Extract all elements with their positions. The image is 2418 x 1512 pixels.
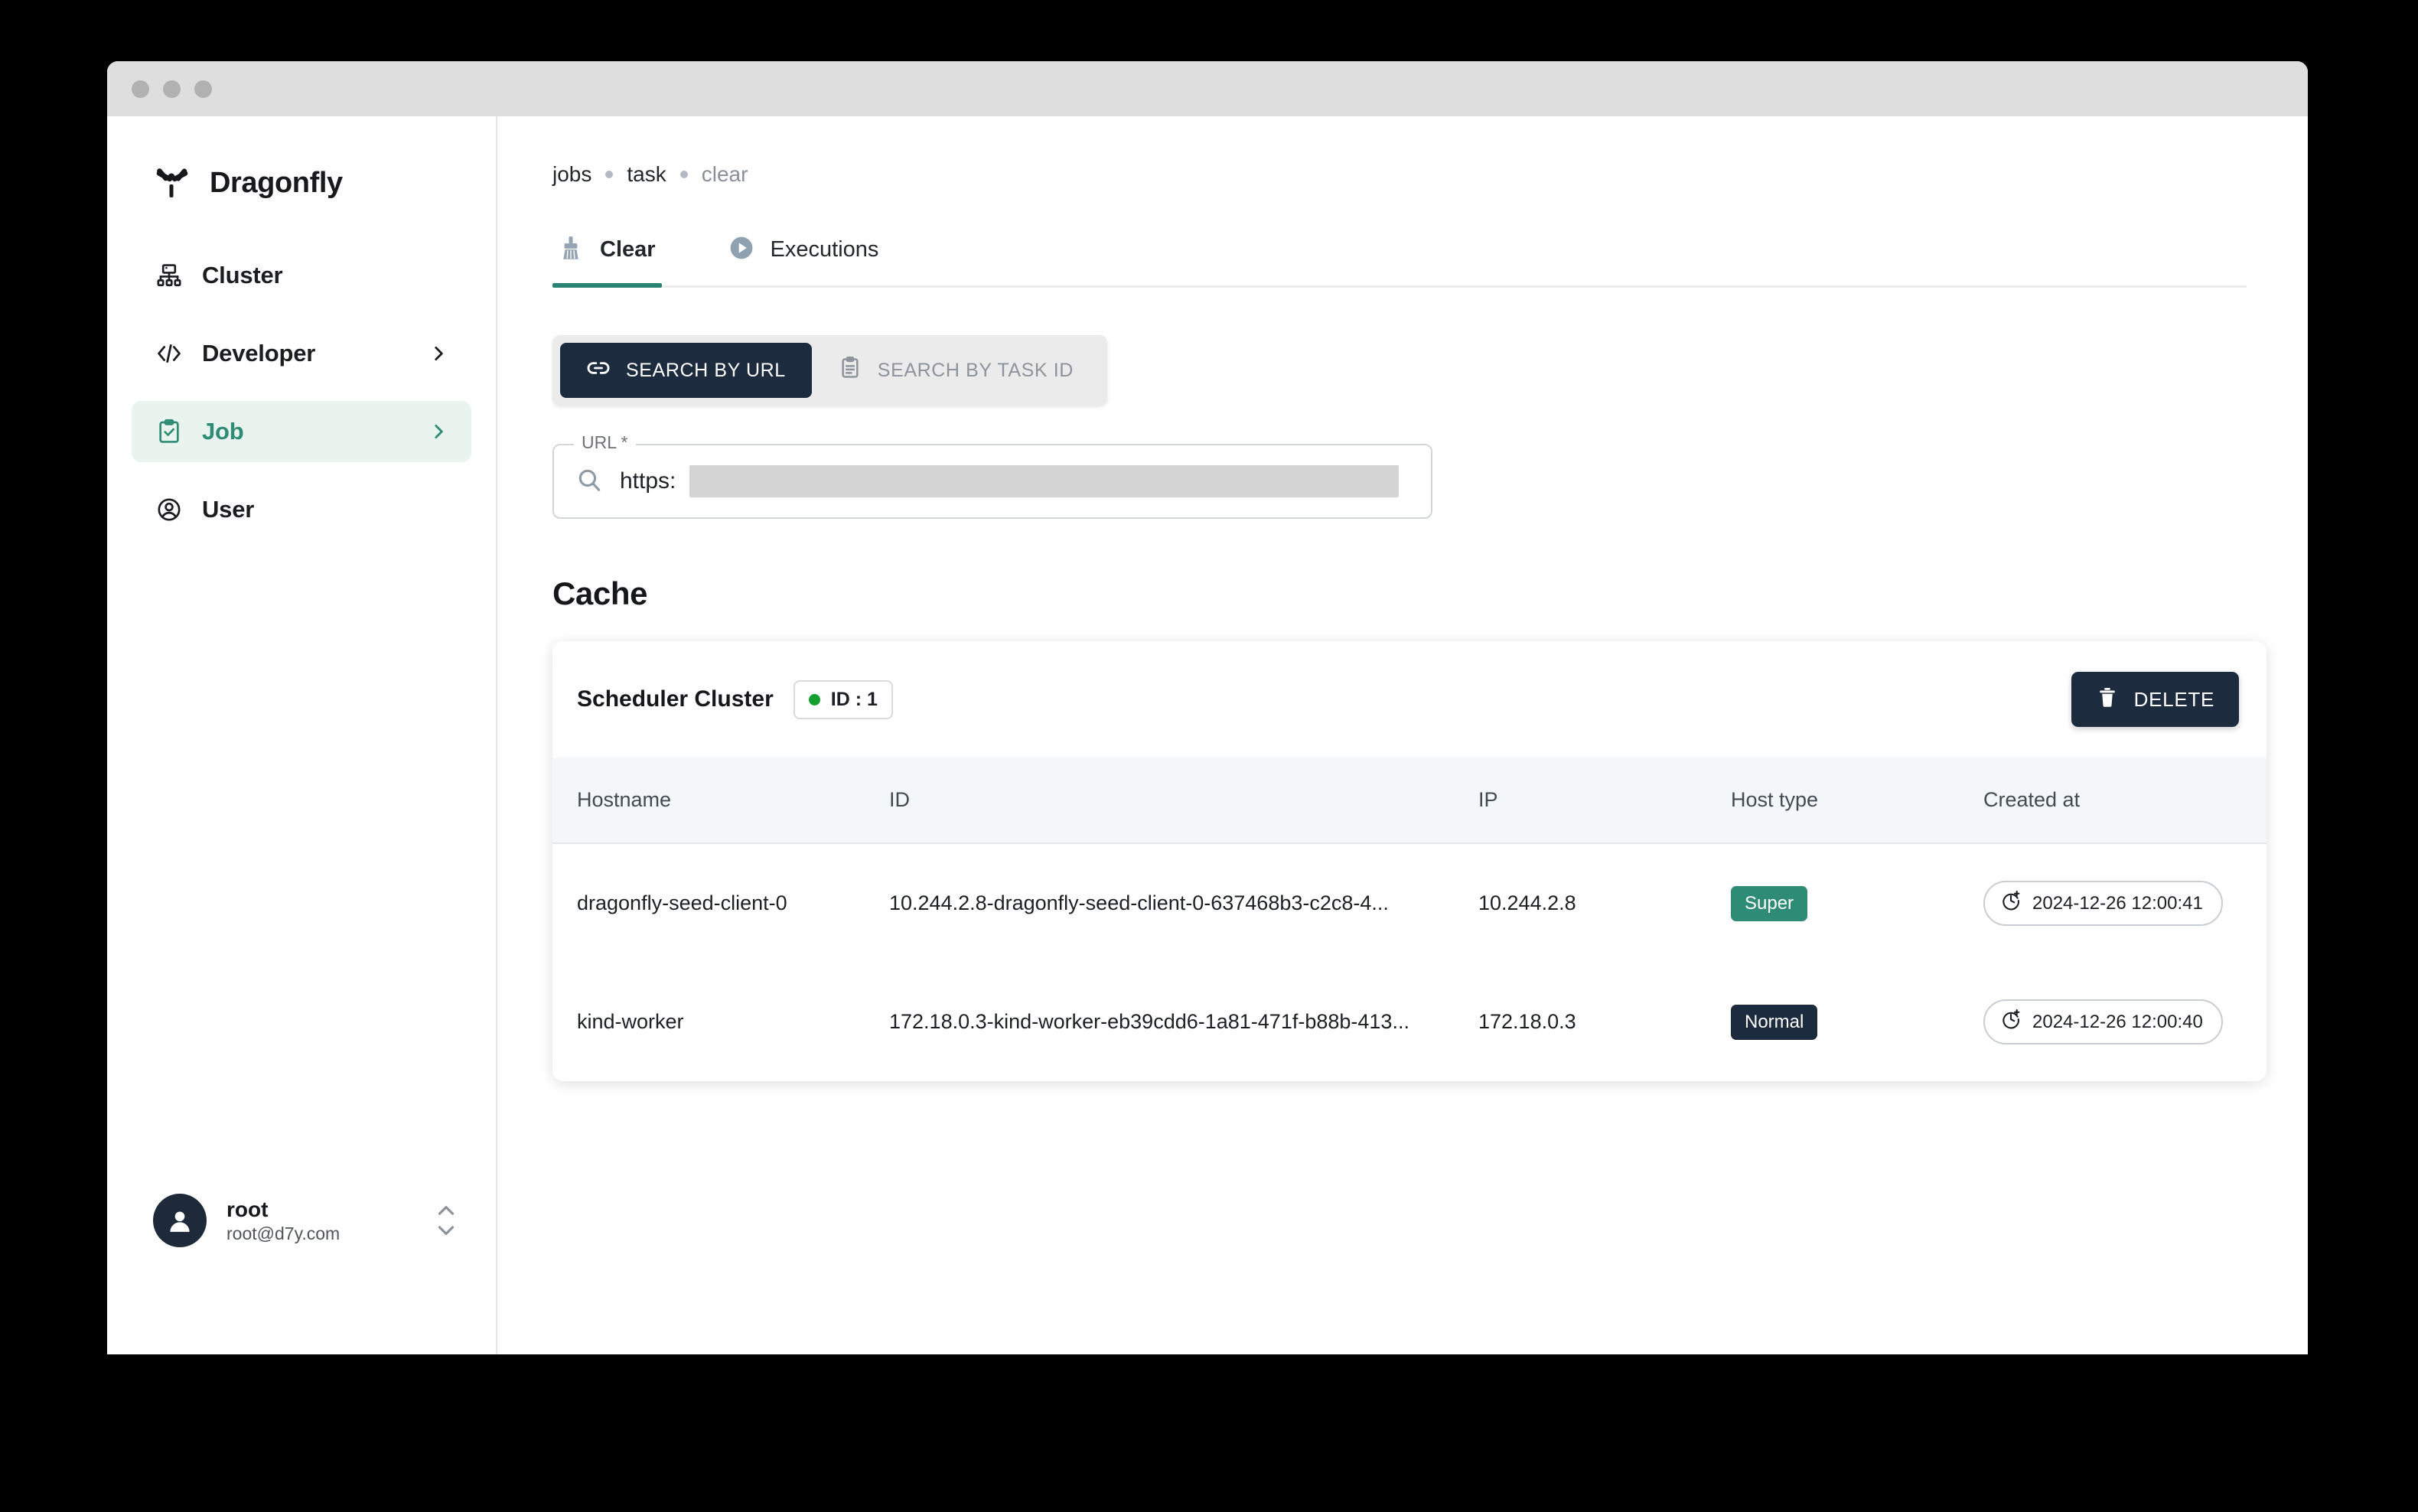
url-input-value: https: <box>620 468 676 494</box>
breadcrumb-separator-icon <box>605 171 614 178</box>
user-profile[interactable]: root root@d7y.com <box>107 1194 496 1247</box>
window-titlebar <box>107 61 2308 116</box>
column-header-host-type: Host type <box>1731 758 1983 844</box>
url-redacted-block <box>689 465 1399 497</box>
brand-name: Dragonfly <box>210 166 343 199</box>
main-content: jobs task clear Clear Executions SEARCH … <box>497 116 2308 1354</box>
cell-ip: 172.18.0.3 <box>1478 1010 1576 1033</box>
minimize-window-dot[interactable] <box>163 80 181 98</box>
brand: Dragonfly <box>107 116 496 202</box>
cache-card-header: Scheduler Cluster ID : 1 DELETE <box>552 641 2266 758</box>
cluster-icon <box>155 261 184 290</box>
play-circle-icon <box>728 234 755 266</box>
tab-label: Clear <box>600 237 656 262</box>
page-title: Cache <box>552 575 648 611</box>
sidebar-item-user[interactable]: User <box>132 479 471 540</box>
avatar-icon <box>153 1194 207 1247</box>
user-circle-icon <box>155 495 184 524</box>
sidebar-nav: Cluster Developer Job User <box>107 245 496 540</box>
tab-label: Executions <box>770 237 879 262</box>
status-badge: Normal <box>1731 1004 1818 1040</box>
column-header-hostname: Hostname <box>552 758 889 844</box>
column-header-id: ID <box>889 758 1478 844</box>
sidebar-item-label: User <box>202 496 255 523</box>
tab-executions[interactable]: Executions <box>723 234 916 285</box>
dragonfly-logo-icon <box>153 164 191 202</box>
url-input-field[interactable]: URL * https: <box>552 432 1432 519</box>
cache-table-head: Hostname ID IP Host type Created at <box>552 758 2266 844</box>
code-icon <box>155 339 184 368</box>
breadcrumb-item-jobs[interactable]: jobs <box>552 162 591 187</box>
search-by-url-button[interactable]: SEARCH BY URL <box>560 343 812 398</box>
user-text: root root@d7y.com <box>226 1196 340 1246</box>
clipboard-icon <box>838 356 862 386</box>
table-row[interactable]: kind-worker 172.18.0.3-kind-worker-eb39c… <box>552 963 2266 1081</box>
clipboard-check-icon <box>155 417 184 446</box>
created-at-value: 2024-12-26 12:00:40 <box>2032 1011 2203 1032</box>
cluster-name: Scheduler Cluster <box>577 686 774 712</box>
breadcrumb-item-clear: clear <box>701 162 748 186</box>
sidebar-item-label: Developer <box>202 340 316 367</box>
chevron-up-down-icon[interactable] <box>435 1204 458 1237</box>
created-at-value: 2024-12-26 12:00:41 <box>2032 892 2203 914</box>
cache-card: Scheduler Cluster ID : 1 DELETE Hostname… <box>552 641 2266 1081</box>
cache-table: Hostname ID IP Host type Created at drag… <box>552 758 2266 1081</box>
sidebar-item-cluster[interactable]: Cluster <box>132 245 471 306</box>
breadcrumb: jobs task clear <box>552 162 2247 187</box>
sidebar-item-label: Job <box>202 418 244 445</box>
cell-host-type: Normal <box>1731 963 1983 1081</box>
user-name: root <box>226 1197 269 1221</box>
cluster-id-label: ID : 1 <box>830 688 878 710</box>
close-window-dot[interactable] <box>132 80 149 98</box>
sidebar-item-developer[interactable]: Developer <box>132 323 471 384</box>
cell-ip: 10.244.2.8 <box>1478 891 1576 914</box>
cell-hostname: dragonfly-seed-client-0 <box>577 891 787 914</box>
broom-icon <box>557 234 585 266</box>
chevron-right-icon <box>429 422 448 442</box>
chevron-right-icon <box>429 344 448 363</box>
cluster-id-chip: ID : 1 <box>793 679 893 719</box>
trash-icon <box>2096 686 2119 714</box>
delete-button-label: DELETE <box>2133 687 2214 711</box>
search-by-task-id-button[interactable]: SEARCH BY TASK ID <box>812 343 1100 398</box>
sidebar-item-label: Cluster <box>202 262 283 288</box>
clock-plus-icon <box>2000 1009 2022 1035</box>
column-header-created-at: Created at <box>1983 758 2266 844</box>
url-field-legend: URL * <box>574 432 636 453</box>
column-header-ip: IP <box>1478 758 1731 844</box>
cell-host-type: Super <box>1731 843 1983 963</box>
sidebar-item-job[interactable]: Job <box>132 401 471 462</box>
cell-hostname: kind-worker <box>577 1010 684 1033</box>
created-at-chip: 2024-12-26 12:00:41 <box>1983 881 2223 926</box>
delete-button[interactable]: DELETE <box>2071 672 2239 727</box>
status-badge: Super <box>1731 885 1808 921</box>
tab-clear[interactable]: Clear <box>552 234 692 288</box>
app-window: Dragonfly Cluster Developer Job User roo… <box>107 61 2308 1354</box>
created-at-chip: 2024-12-26 12:00:40 <box>1983 999 2223 1044</box>
table-header-row: Hostname ID IP Host type Created at <box>552 758 2266 844</box>
table-row[interactable]: dragonfly-seed-client-0 10.244.2.8-drago… <box>552 843 2266 963</box>
search-by-url-label: SEARCH BY URL <box>626 359 786 381</box>
user-email: root@d7y.com <box>226 1223 341 1243</box>
link-icon <box>586 356 611 386</box>
search-icon <box>575 466 603 497</box>
tab-bar: Clear Executions <box>552 234 2247 288</box>
sidebar: Dragonfly Cluster Developer Job User roo… <box>107 116 497 1354</box>
cache-table-body: dragonfly-seed-client-0 10.244.2.8-drago… <box>552 843 2266 1081</box>
search-by-task-id-label: SEARCH BY TASK ID <box>877 359 1074 381</box>
search-mode-toggle-group: SEARCH BY URL SEARCH BY TASK ID <box>552 335 1107 406</box>
cell-id: 172.18.0.3-kind-worker-eb39cdd6-1a81-471… <box>889 1010 1409 1033</box>
clock-plus-icon <box>2000 890 2022 917</box>
maximize-window-dot[interactable] <box>194 80 212 98</box>
status-dot-icon <box>808 693 820 705</box>
cell-id: 10.244.2.8-dragonfly-seed-client-0-63746… <box>889 891 1389 914</box>
cell-created-at: 2024-12-26 12:00:40 <box>1983 963 2266 1081</box>
breadcrumb-separator-icon <box>679 171 688 178</box>
cell-created-at: 2024-12-26 12:00:41 <box>1983 843 2266 963</box>
breadcrumb-item-task[interactable]: task <box>627 162 666 187</box>
